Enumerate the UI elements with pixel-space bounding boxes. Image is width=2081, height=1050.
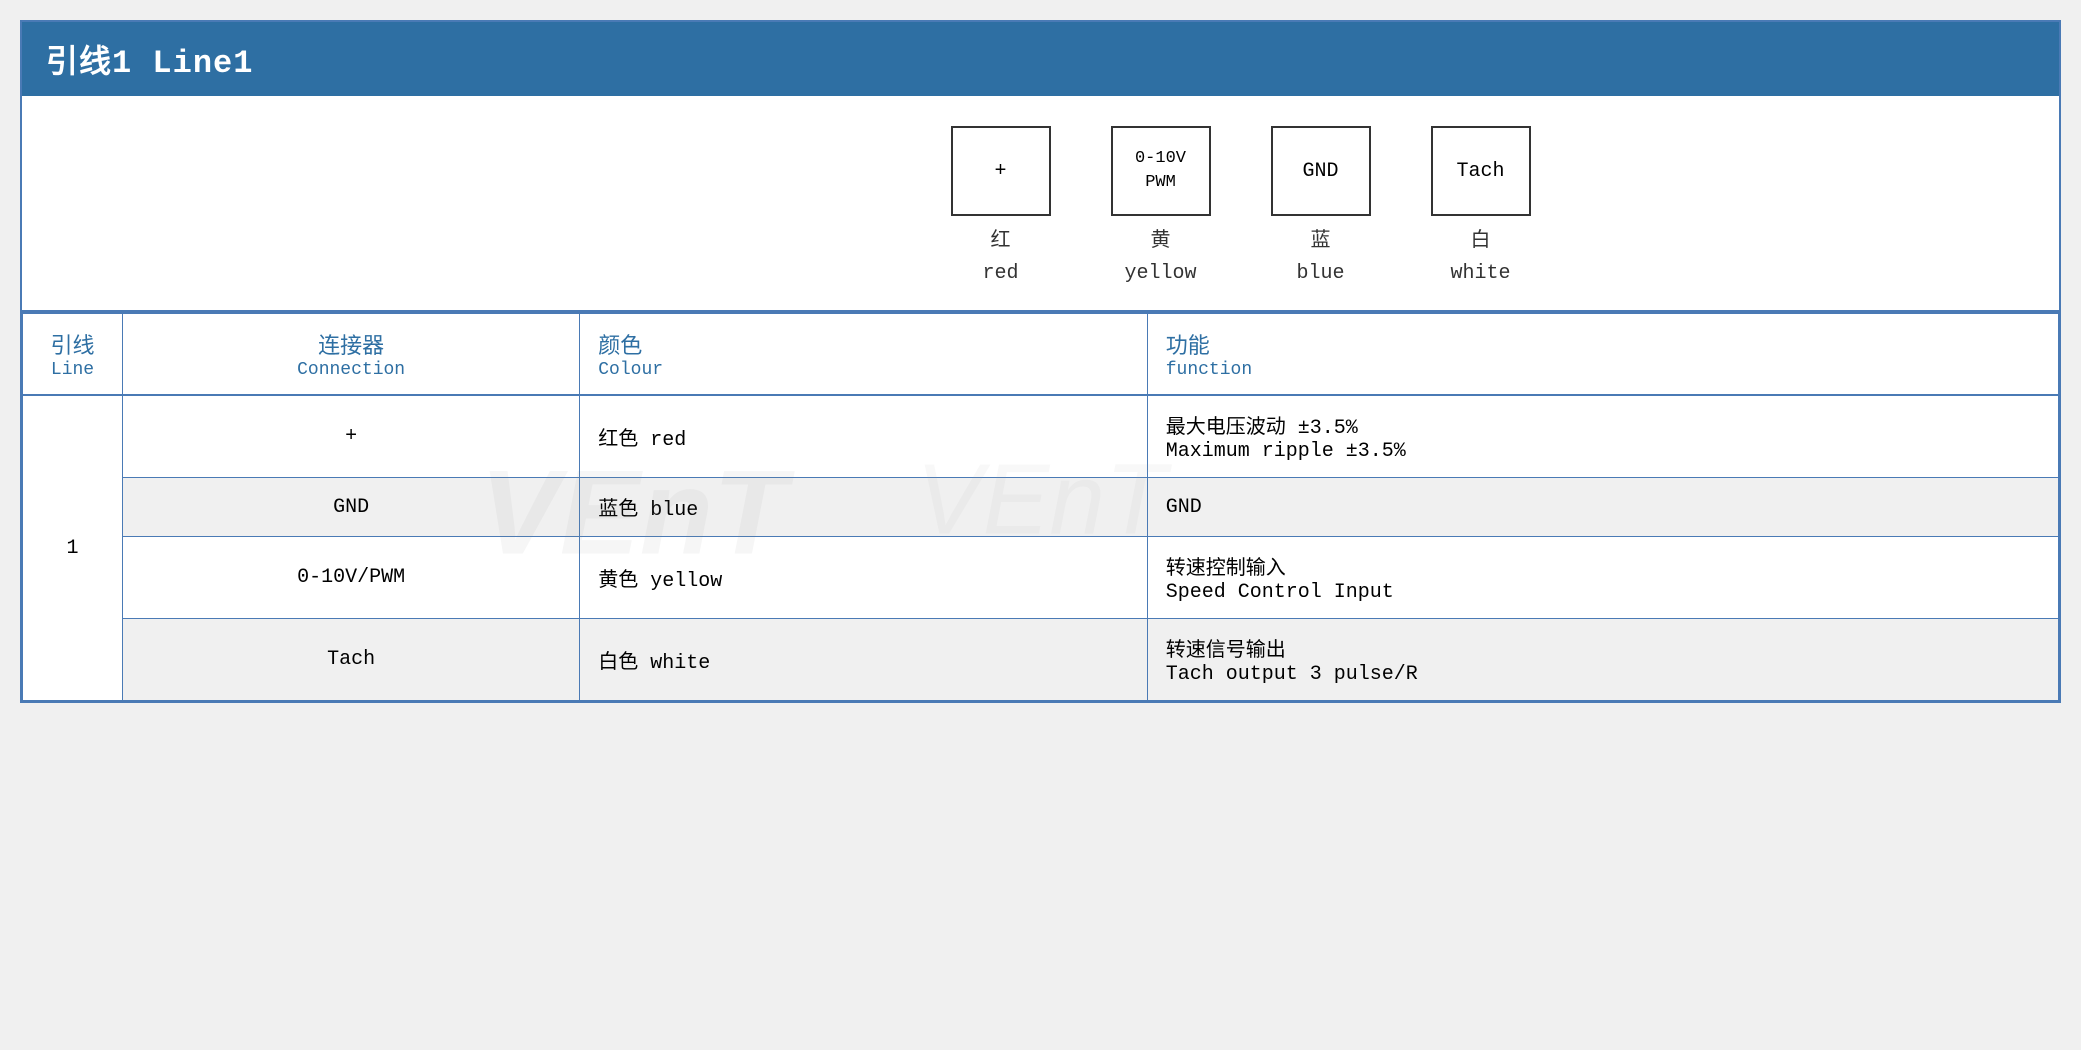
diagram-section: + 红 red 0-10VPWM 黄 yellow	[22, 96, 2059, 312]
connector-box-tach: Tach	[1431, 126, 1531, 216]
connection-pwm: 0-10V/PWM	[123, 537, 580, 619]
header-function: 功能 function	[1147, 313, 2058, 395]
function-tach-line2: Tach output 3 pulse/R	[1166, 663, 2040, 686]
colour-yellow: 黄色 yellow	[580, 537, 1147, 619]
connector-diagrams: + 红 red 0-10VPWM 黄 yellow	[42, 126, 2039, 290]
page-title: 引线1 Line1	[46, 45, 253, 82]
connector-tach-text: 白 white	[1450, 226, 1510, 290]
colour-yellow-value: 黄色 yellow	[598, 570, 722, 593]
connector-pwm: 0-10VPWM 黄 yellow	[1111, 126, 1211, 290]
table-wrapper: 引线 Line 连接器 Connection 颜色 Colour 功能 func…	[22, 312, 2059, 701]
connector-box-pwm: 0-10VPWM	[1111, 126, 1211, 216]
header-line-chinese: 引线	[41, 328, 104, 360]
connector-gnd: GND 蓝 blue	[1271, 126, 1371, 290]
table-row-3: 0-10V/PWM 黄色 yellow 转速控制输入 Speed Control…	[23, 537, 2059, 619]
function-red: 最大电压波动 ±3.5% Maximum ripple ±3.5%	[1147, 395, 2058, 478]
connector-pwm-chinese: 黄	[1150, 230, 1170, 253]
function-red-line2: Maximum ripple ±3.5%	[1166, 440, 2040, 463]
colour-red: 红色 red	[580, 395, 1147, 478]
connection-gnd: GND	[123, 478, 580, 537]
header-connection-chinese: 连接器	[141, 328, 561, 360]
connector-pwm-text: 黄 yellow	[1124, 226, 1196, 290]
function-tach: 转速信号输出 Tach output 3 pulse/R	[1147, 619, 2058, 701]
line-1-value: 1	[66, 537, 78, 560]
connection-plus: +	[123, 395, 580, 478]
function-pwm: 转速控制输入 Speed Control Input	[1147, 537, 2058, 619]
function-red-line1: 最大电压波动 ±3.5%	[1166, 410, 2040, 440]
connector-gnd-text: 蓝 blue	[1296, 226, 1344, 290]
connector-pwm-english: yellow	[1124, 262, 1196, 285]
function-gnd: GND	[1147, 478, 2058, 537]
function-gnd-line1: GND	[1166, 496, 2040, 519]
table-row-2: GND 蓝色 blue GND	[23, 478, 2059, 537]
header-function-chinese: 功能	[1166, 328, 2040, 360]
connector-tach-label: Tach	[1456, 160, 1504, 183]
connector-box-plus: +	[951, 126, 1051, 216]
header-connection: 连接器 Connection	[123, 313, 580, 395]
colour-blue: 蓝色 blue	[580, 478, 1147, 537]
connection-plus-value: +	[345, 425, 357, 448]
header-line-english: Line	[41, 360, 104, 380]
table-row-1: 1 + 红色 red 最大电压波动 ±3.5% Maximum ripple ±…	[23, 395, 2059, 478]
header-colour-english: Colour	[598, 360, 1128, 380]
table-row-4: Tach 白色 white 转速信号输出 Tach output 3 pulse…	[23, 619, 2059, 701]
header-colour: 颜色 Colour	[580, 313, 1147, 395]
function-tach-line1: 转速信号输出	[1166, 633, 2040, 663]
colour-red-value: 红色 red	[598, 429, 686, 452]
main-table: 引线 Line 连接器 Connection 颜色 Colour 功能 func…	[22, 312, 2059, 701]
page-wrapper: 引线1 Line1 + 红 red 0-10VPWM 黄	[20, 20, 2061, 703]
title-bar: 引线1 Line1	[22, 22, 2059, 96]
header-line: 引线 Line	[23, 313, 123, 395]
header-function-english: function	[1166, 360, 2040, 380]
connector-gnd-label: GND	[1302, 160, 1338, 183]
connector-tach-english: white	[1450, 262, 1510, 285]
connector-plus: + 红 red	[951, 126, 1051, 290]
connector-plus-english: red	[982, 262, 1018, 285]
connector-plus-text: 红 red	[982, 226, 1018, 290]
connector-tach-chinese: 白	[1470, 230, 1490, 253]
connection-tach: Tach	[123, 619, 580, 701]
function-pwm-line2: Speed Control Input	[1166, 581, 2040, 604]
connection-tach-value: Tach	[327, 648, 375, 671]
colour-white-value: 白色 white	[598, 652, 710, 675]
connector-plus-chinese: 红	[990, 230, 1010, 253]
colour-blue-value: 蓝色 blue	[598, 499, 698, 522]
connection-pwm-value: 0-10V/PWM	[297, 566, 405, 589]
connector-gnd-chinese: 蓝	[1310, 230, 1330, 253]
connector-box-gnd: GND	[1271, 126, 1371, 216]
colour-white: 白色 white	[580, 619, 1147, 701]
function-pwm-line1: 转速控制输入	[1166, 551, 2040, 581]
connector-plus-label: +	[994, 160, 1006, 183]
connection-gnd-value: GND	[333, 496, 369, 519]
header-colour-chinese: 颜色	[598, 328, 1128, 360]
connector-tach: Tach 白 white	[1431, 126, 1531, 290]
header-connection-english: Connection	[141, 360, 561, 380]
table-header-row: 引线 Line 连接器 Connection 颜色 Colour 功能 func…	[23, 313, 2059, 395]
line-number-1: 1	[23, 395, 123, 701]
connector-gnd-english: blue	[1296, 262, 1344, 285]
